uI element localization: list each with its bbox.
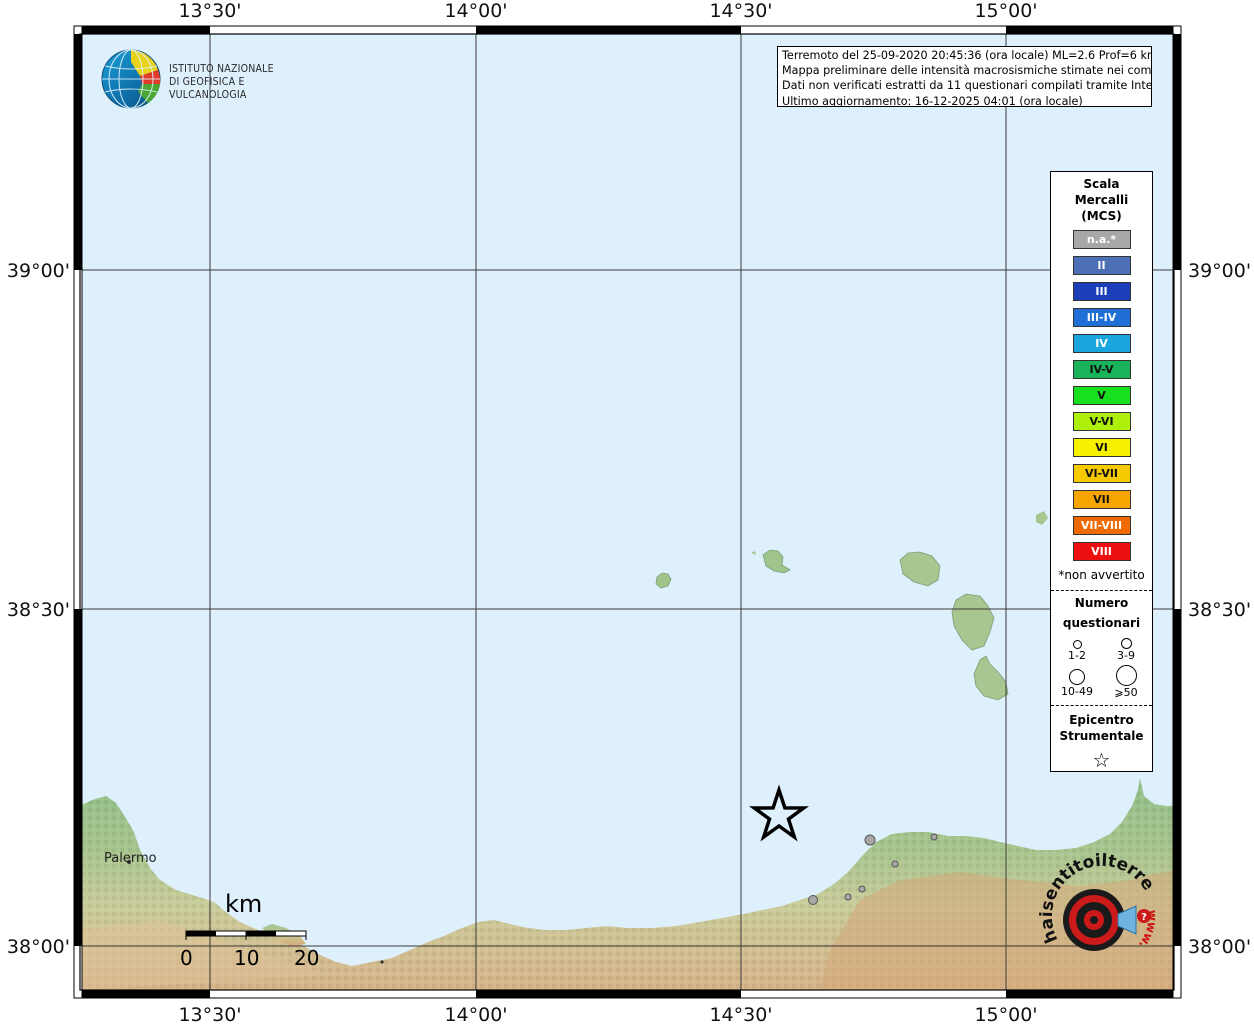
mcs-swatch: VI-VII [1072, 464, 1131, 483]
event-info-box: Terremoto del 25-09-2020 20:45:36 (ora l… [777, 46, 1152, 107]
lat-tick-right-1: 39°00' [1188, 260, 1251, 282]
scalebar-tick: 0 [180, 946, 193, 970]
q-circle-icon [1069, 669, 1085, 685]
epicenter-title-line2: Strumentale [1059, 729, 1144, 743]
q-circle-icon [1115, 665, 1137, 686]
place-label-palermo: Palermo [104, 851, 157, 866]
epicenter-star-icon: ☆ [1092, 748, 1111, 772]
lat-tick-left-3: 38°00' [7, 936, 70, 958]
legend-separator [1051, 705, 1152, 706]
ingv-logo: ISTITUTO NAZIONALE DI GEOFISICA E VULCAN… [100, 48, 320, 110]
q-size-label: 1-2 [1068, 649, 1086, 662]
scalebar: km 0 10 20 [180, 890, 320, 970]
mcs-swatch: VIII [1072, 542, 1131, 561]
mcs-scale-swatches: n.a.* II III III-IV IV IV-V V V-VI VI VI-VII VII VI… [1051, 230, 1152, 561]
q-size-label: ⩾50 [1114, 686, 1138, 699]
mcs-swatch: IV [1072, 334, 1131, 353]
epicenter-legend-title: Epicentro Strumentale [1051, 712, 1152, 744]
event-info-line2: Mappa preliminare delle intensità macros… [782, 64, 1152, 78]
mcs-swatch: II [1072, 256, 1131, 275]
legend-title-line3: (MCS) [1081, 209, 1122, 223]
mcs-swatch: VII [1072, 490, 1131, 509]
lon-tick-bottom-4: 15°00' [974, 1004, 1037, 1024]
lon-tick-top-3: 14°30' [709, 0, 772, 22]
q-size-50-plus: ⩾50 [1101, 665, 1151, 699]
event-info-line1: Terremoto del 25-09-2020 20:45:36 (ora l… [782, 49, 1152, 62]
ingv-name-line1: ISTITUTO NAZIONALE [169, 63, 274, 75]
questionnaires-title-line2: questionari [1062, 616, 1141, 630]
q-size-10-49: 10-49 [1052, 669, 1102, 698]
q-size-label: 3-9 [1117, 649, 1135, 662]
q-size-3-9: 3-9 [1101, 637, 1151, 662]
ingv-name-line2: DI GEOFISICA E VULCANOLOGIA [169, 76, 247, 101]
lon-tick-top-2: 14°00' [444, 0, 507, 22]
mcs-swatch: VI [1072, 438, 1131, 457]
svg-text:?: ? [1141, 912, 1147, 923]
mcs-swatch: VII-VIII [1072, 516, 1131, 535]
epicenter-title-line1: Epicentro [1069, 713, 1134, 727]
haisentito-target-icon: haisentitoilterremoto.it www. ? [1027, 835, 1159, 951]
scalebar-tick: 10 [234, 946, 260, 970]
town-dot [380, 960, 384, 964]
intensity-legend: Scala Mercalli (MCS) n.a.* II III III-IV IV I… [1050, 171, 1153, 772]
legend-title-line2: Mercalli [1074, 193, 1129, 207]
q-circle-icon [1120, 638, 1132, 649]
questionnaires-title-line1: Numero [1074, 596, 1129, 610]
event-info-line4: Ultimo aggiornamento: 16-12-2025 04:01 (… [782, 94, 1083, 107]
event-info-line3: Dati non verificati estratti da 11 quest… [782, 79, 1152, 93]
scalebar-tick: 20 [294, 946, 320, 970]
lon-tick-top-1: 13°30' [178, 0, 241, 22]
lon-tick-bottom-3: 14°30' [709, 1004, 772, 1024]
mcs-swatch: III-IV [1072, 308, 1131, 327]
mcs-swatch: V [1072, 386, 1131, 405]
haisentito-logo: haisentitoilterremoto.it www. ? [1027, 835, 1166, 980]
q-size-label: 10-49 [1061, 685, 1093, 698]
questionnaire-size-key: 1-2 3-9 10-49 ⩾50 [1051, 633, 1152, 699]
mcs-swatch: III [1072, 282, 1131, 301]
mcs-swatch: n.a.* [1072, 230, 1131, 249]
lon-tick-bottom-1: 13°30' [178, 1004, 241, 1024]
q-circle-icon [1072, 640, 1082, 649]
q-size-1-2: 1-2 [1052, 637, 1102, 662]
ingv-globe-icon [101, 49, 161, 109]
lon-tick-bottom-2: 14°00' [444, 1004, 507, 1024]
scalebar-unit: km [225, 890, 263, 918]
legend-title-line1: Scala [1083, 177, 1120, 191]
lat-tick-right-2: 38°30' [1188, 599, 1251, 621]
legend-note: *non avvertito [1058, 568, 1145, 582]
lon-tick-top-4: 15°00' [974, 0, 1037, 22]
legend-separator [1051, 590, 1152, 591]
lat-tick-right-3: 38°00' [1188, 936, 1251, 958]
legend-title: Scala Mercalli (MCS) [1051, 176, 1152, 224]
lat-tick-left-1: 39°00' [7, 260, 70, 282]
mcs-swatch: V-VI [1072, 412, 1131, 431]
mcs-swatch: IV-V [1072, 360, 1131, 379]
questionnaires-title: Numero questionari [1051, 593, 1152, 633]
lat-tick-left-2: 38°30' [7, 599, 70, 621]
